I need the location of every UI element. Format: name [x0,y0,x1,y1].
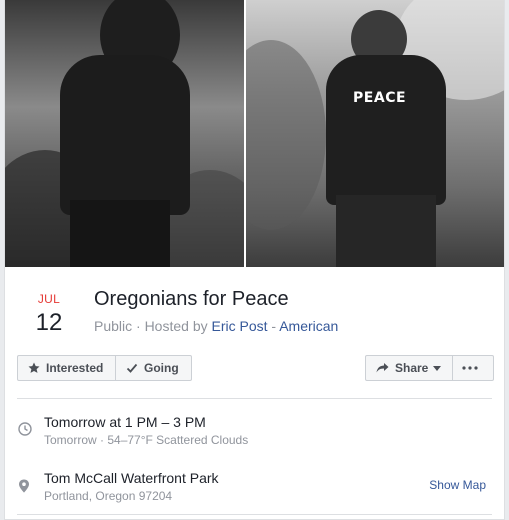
cover-shirt-text: PEACE [353,90,407,106]
event-hosted-by: Public · Hosted by Eric Post - American [94,318,338,334]
share-button[interactable]: Share [365,355,453,381]
event-title[interactable]: Oregonians for Peace [94,288,289,311]
interested-button[interactable]: Interested [17,355,116,381]
clock-icon [18,422,32,436]
bottom-divider [17,514,492,515]
cover-photo-right: PEACE [244,0,504,267]
going-label: Going [144,361,179,375]
event-location[interactable]: Tom McCall Waterfront Park [44,470,219,486]
host-separator: - [267,318,280,334]
host-org-link[interactable]: American [279,318,338,334]
event-time-weather: Tomorrow · 54–77°F Scattered Clouds [44,433,249,447]
chevron-down-icon [433,365,442,371]
location-pin-icon [19,479,29,493]
show-map-link[interactable]: Show Map [429,478,486,492]
visibility-text: Public · Hosted by [94,318,212,334]
share-arrow-icon [376,363,389,373]
share-label: Share [395,361,429,375]
going-button[interactable]: Going [115,355,192,381]
section-divider [17,398,492,399]
star-icon [28,362,40,373]
checkmark-icon [126,363,138,373]
interested-label: Interested [46,361,104,375]
cover-photo-left [5,0,245,267]
host-link[interactable]: Eric Post [212,318,268,334]
event-date-badge: JUL 12 [25,292,73,338]
event-cover-photo[interactable]: PEACE [5,0,504,267]
more-options-button[interactable] [452,355,494,381]
event-address: Portland, Oregon 97204 [44,489,173,503]
event-month: JUL [37,292,61,306]
more-dots-icon [462,366,478,370]
event-card: PEACE JUL 12 Oregonians for Peace Public… [4,0,505,520]
event-day: 12 [35,309,63,336]
event-time[interactable]: Tomorrow at 1 PM – 3 PM [44,414,206,430]
